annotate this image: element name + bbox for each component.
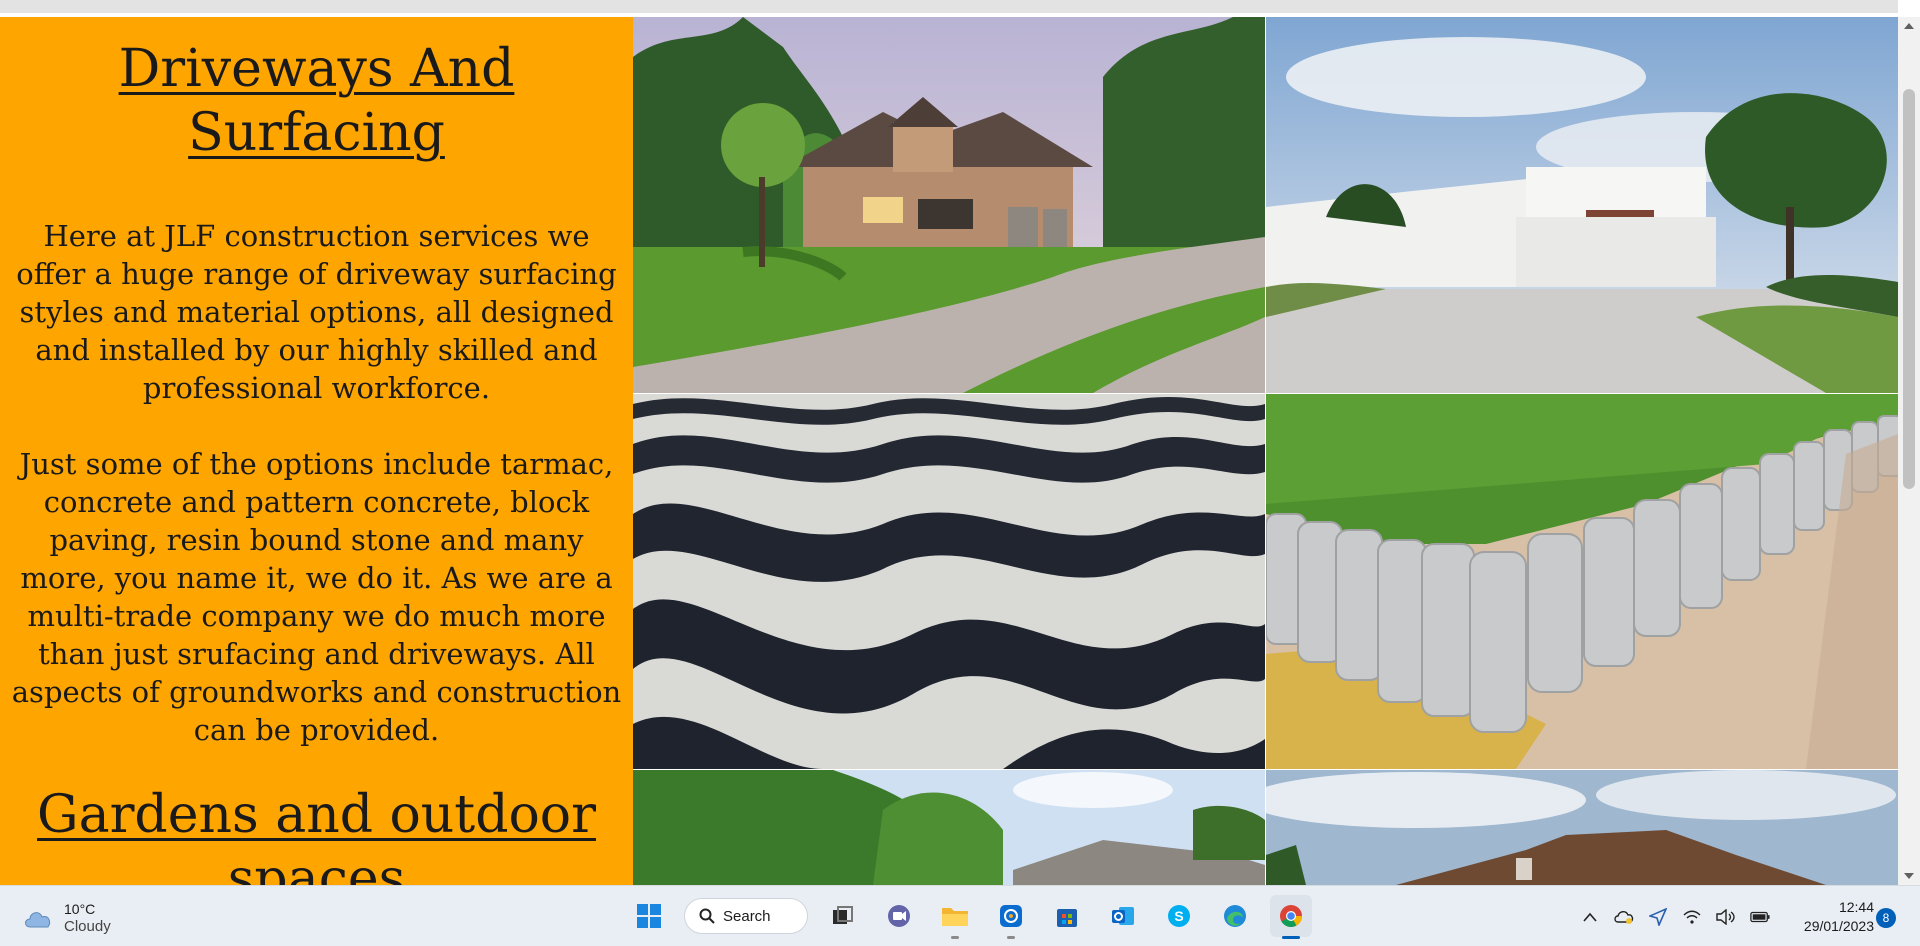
system-tray xyxy=(1580,886,1770,946)
taskbar-clock[interactable]: 12:44 29/01/2023 xyxy=(1790,898,1874,936)
running-indicator xyxy=(951,936,959,939)
weather-temp: 10°C xyxy=(64,901,96,917)
taskbar-search[interactable]: Search xyxy=(684,898,808,934)
chrome-icon[interactable] xyxy=(1270,895,1312,939)
driveways-options-paragraph: Just some of the options include tarmac,… xyxy=(11,447,622,747)
location-icon[interactable] xyxy=(1648,907,1668,927)
search-label: Search xyxy=(723,907,771,925)
outlook-icon[interactable] xyxy=(1102,895,1144,937)
battery-icon[interactable] xyxy=(1750,907,1770,927)
windows-start-icon[interactable] xyxy=(628,895,670,937)
driveways-intro-paragraph: Here at JLF construction services we off… xyxy=(16,219,617,405)
folder-icon[interactable] xyxy=(934,895,976,939)
content-panel: Driveways And Surfacing Here at JLF cons… xyxy=(0,17,633,885)
house-driveway-photo xyxy=(633,17,1265,393)
garden-trees-photo xyxy=(633,770,1265,885)
skype-icon[interactable]: S xyxy=(1158,895,1200,937)
page-scrollbar[interactable] xyxy=(1898,17,1920,885)
store-icon[interactable] xyxy=(1046,895,1088,937)
scroll-up-arrow-icon[interactable] xyxy=(1904,23,1914,29)
search-icon xyxy=(699,908,715,924)
scroll-down-arrow-icon[interactable] xyxy=(1904,873,1914,879)
taskbar-apps: Search S xyxy=(628,895,1312,939)
svg-text:S: S xyxy=(1174,908,1183,924)
edge-icon[interactable] xyxy=(1214,895,1256,937)
task-view-icon[interactable] xyxy=(822,895,864,937)
browser-top-bar xyxy=(0,0,1898,13)
onedrive-icon[interactable] xyxy=(1614,907,1634,927)
concrete-edging-photo xyxy=(1266,394,1898,769)
running-indicator xyxy=(1282,936,1300,939)
snipping-tool-icon[interactable] xyxy=(990,895,1032,939)
weather-widget[interactable]: 10°C Cloudy xyxy=(22,900,111,936)
gardens-heading: Gardens and outdoor spaces xyxy=(37,785,596,885)
clock-date: 29/01/2023 xyxy=(1803,918,1874,934)
running-indicator xyxy=(1007,936,1015,939)
windows-taskbar: 10°C Cloudy Search S 12:44 29/01/2023 8 xyxy=(0,885,1920,946)
weather-condition: Cloudy xyxy=(64,918,111,935)
scroll-thumb[interactable] xyxy=(1903,89,1915,489)
notification-badge[interactable]: 8 xyxy=(1876,908,1896,928)
wave-cobblestone-photo xyxy=(633,394,1265,769)
chevron-up-icon[interactable] xyxy=(1580,907,1600,927)
teams-chat-icon[interactable] xyxy=(878,895,920,937)
wifi-icon[interactable] xyxy=(1682,907,1702,927)
driveways-heading: Driveways And Surfacing xyxy=(118,39,515,163)
volume-icon[interactable] xyxy=(1716,907,1736,927)
browser-top-strip xyxy=(0,0,1920,17)
cloud-icon xyxy=(22,907,54,929)
clock-time: 12:44 xyxy=(1838,899,1874,915)
house-roof-photo xyxy=(1266,770,1898,885)
page-viewport: Driveways And Surfacing Here at JLF cons… xyxy=(0,17,1898,885)
modern-house-paving-photo xyxy=(1266,17,1898,393)
